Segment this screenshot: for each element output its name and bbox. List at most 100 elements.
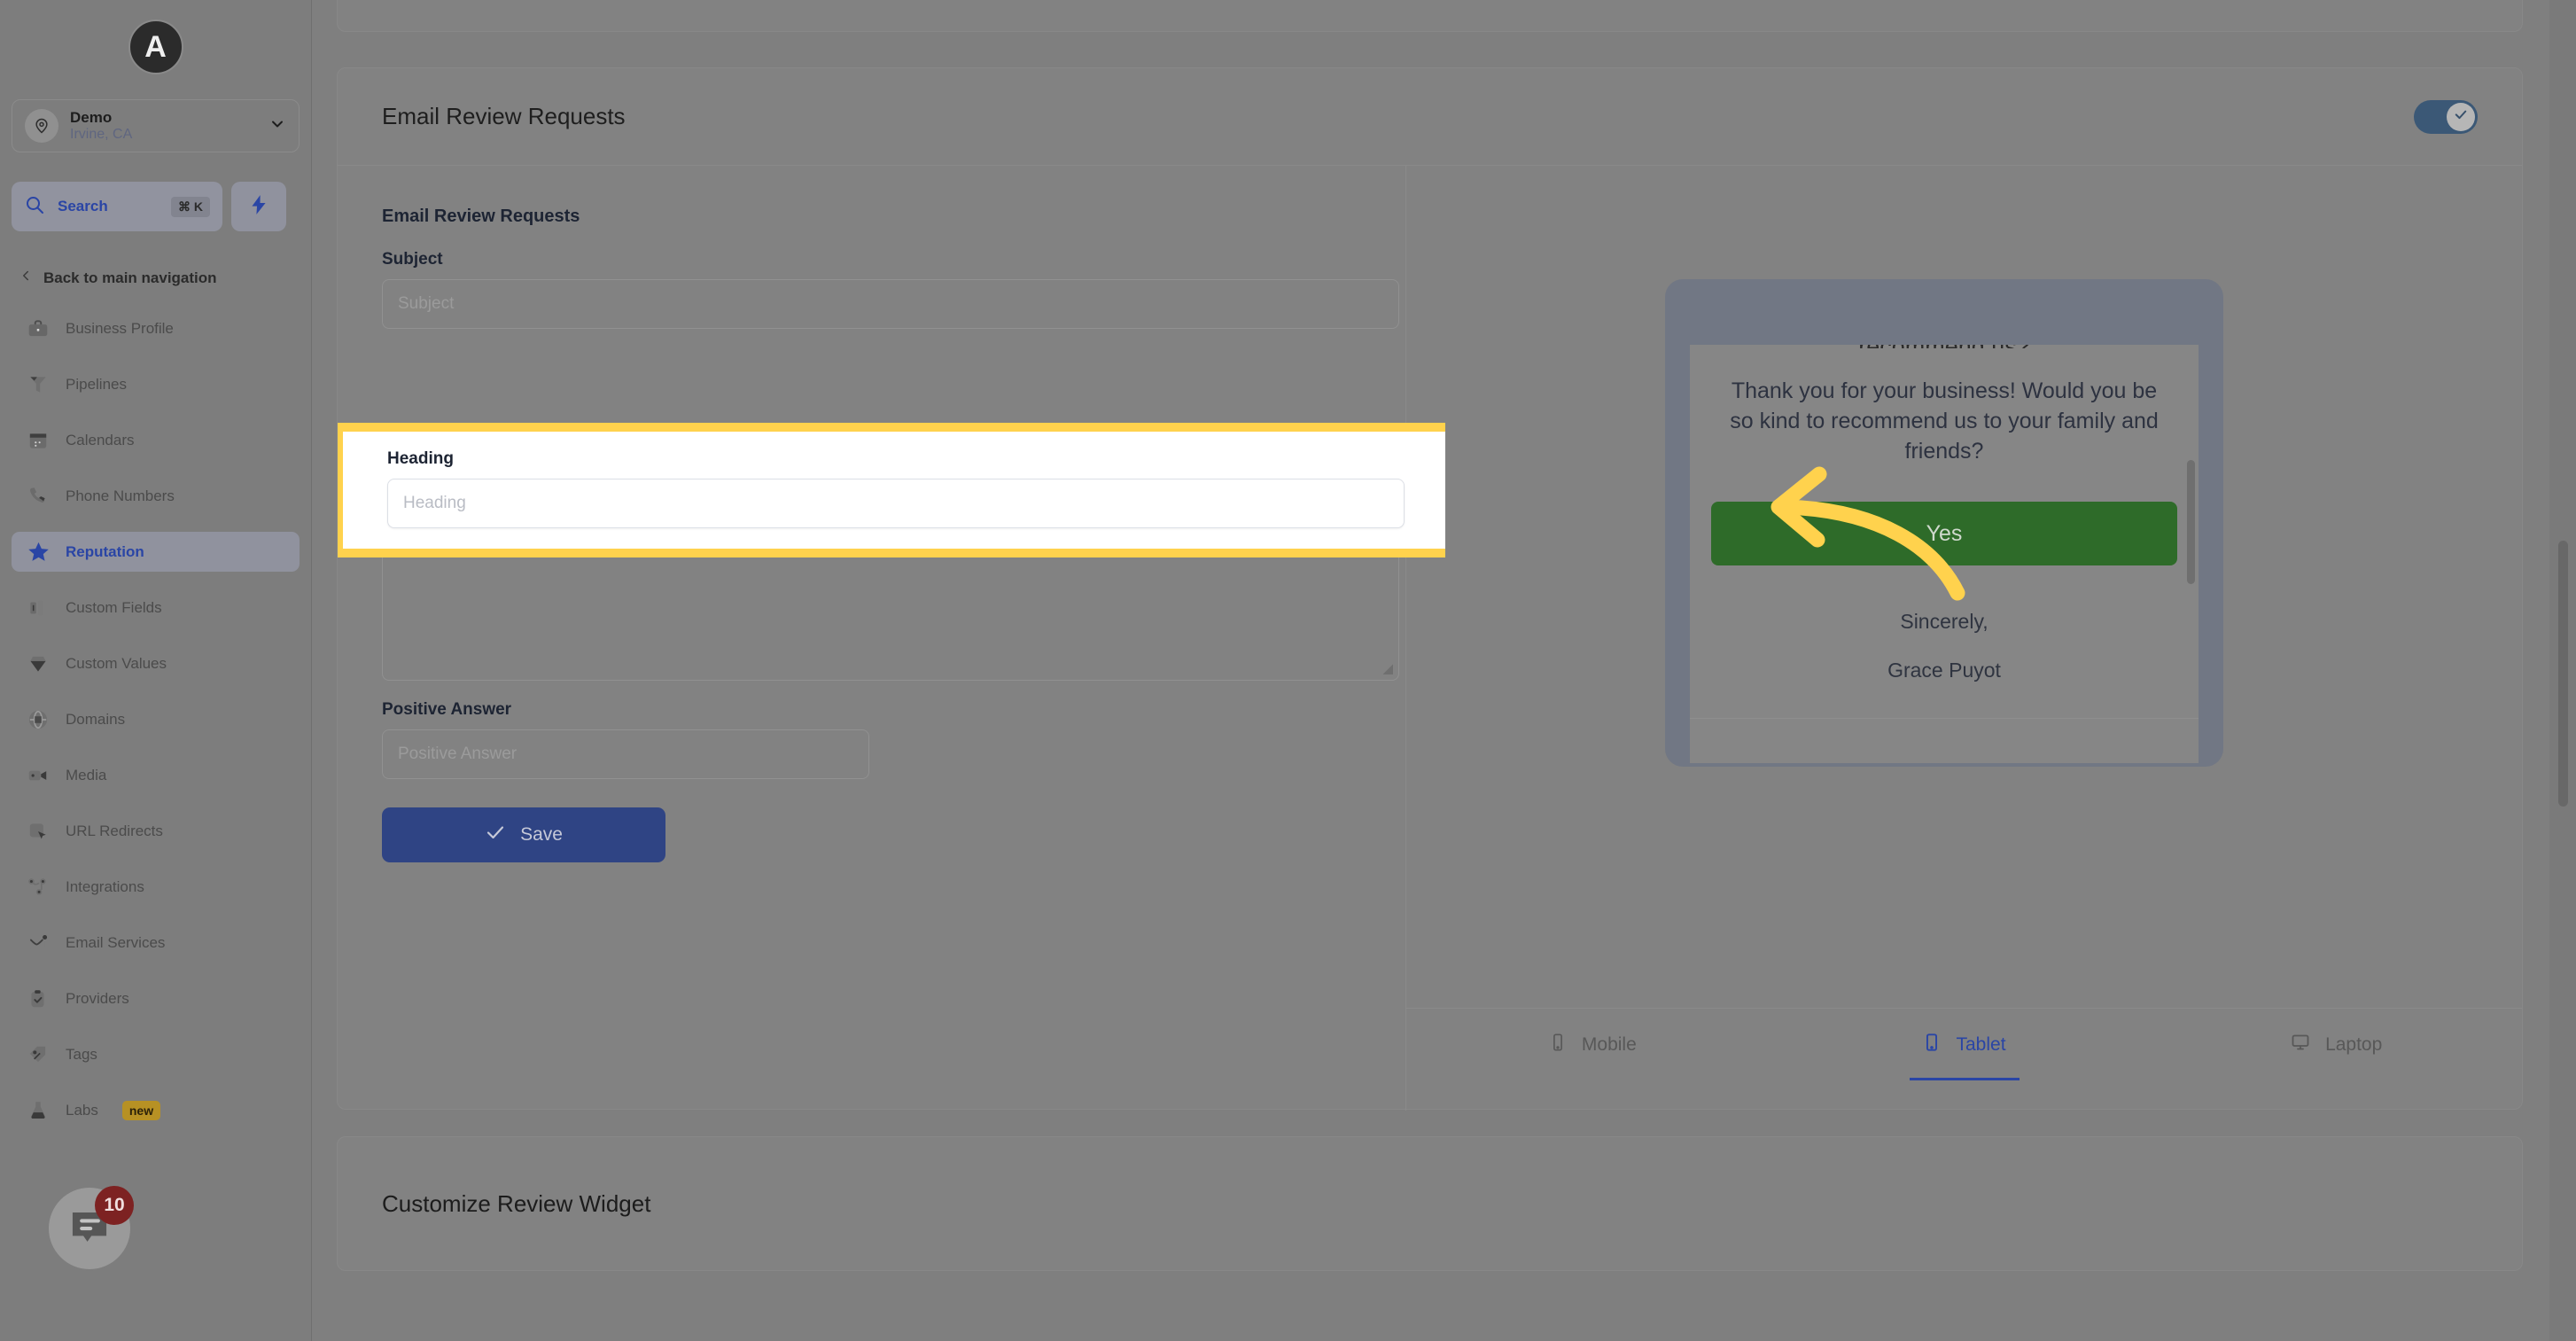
sidebar-item-business-profile[interactable]: Business Profile — [12, 308, 300, 348]
subject-label: Subject — [382, 250, 443, 269]
sidebar-item-label: Phone Numbers — [66, 487, 175, 504]
tab-tablet[interactable]: Tablet — [1778, 1009, 2151, 1080]
sidebar-item-providers[interactable]: Providers — [12, 978, 300, 1018]
sidebar-item-pipelines[interactable]: Pipelines — [12, 364, 300, 404]
envelope-icon — [26, 931, 51, 955]
previous-section-card — [337, 0, 2523, 32]
preview-sign-off: Sincerely, — [1900, 610, 1988, 634]
sidebar-item-label: URL Redirects — [66, 822, 163, 839]
main-content: Email Review Requests Email Review Reque… — [312, 0, 2576, 1341]
customize-review-widget-title: Customize Review Widget — [382, 1190, 651, 1217]
sidebar-item-calendars[interactable]: Calendars — [12, 420, 300, 460]
app-root: A Demo Irvine, CA Search ⌘ K Back to mai… — [0, 0, 2576, 1341]
star-icon — [26, 540, 51, 565]
preview-business-name: Demo — [1690, 756, 2199, 763]
app-logo[interactable]: A — [0, 19, 311, 74]
sidebar-item-labs[interactable]: Labs new — [12, 1090, 300, 1130]
logo-letter: A — [144, 30, 167, 64]
sidebar-item-label: Business Profile — [66, 319, 174, 337]
sidebar-item-label: Calendars — [66, 431, 135, 448]
sidebar: A Demo Irvine, CA Search ⌘ K Back to mai… — [0, 0, 312, 1341]
sidebar-item-tags[interactable]: Tags — [12, 1034, 300, 1074]
sidebar-item-media[interactable]: Media — [12, 755, 300, 795]
curved-left-arrow-icon — [1771, 466, 1965, 601]
sidebar-item-label: Email Services — [66, 933, 166, 951]
chat-unread-count: 10 — [95, 1186, 134, 1225]
chevron-left-icon — [18, 268, 34, 289]
gem-icon — [26, 651, 51, 676]
save-button-label: Save — [520, 824, 563, 845]
sidebar-item-custom-values[interactable]: Custom Values — [12, 643, 300, 683]
search-input[interactable]: Search ⌘ K — [12, 182, 222, 231]
toggle-knob — [2447, 102, 2475, 131]
funnel-icon — [26, 372, 51, 397]
laptop-icon — [2290, 1032, 2311, 1058]
search-icon — [24, 194, 45, 220]
heading-field-group: Heading Heading — [343, 432, 1445, 549]
back-to-main-navigation[interactable]: Back to main navigation — [18, 268, 217, 289]
location-switcher[interactable]: Demo Irvine, CA — [12, 99, 300, 152]
sidebar-item-reputation[interactable]: Reputation — [12, 532, 300, 572]
calendar-icon — [26, 428, 51, 453]
sidebar-item-url-redirects[interactable]: URL Redirects — [12, 811, 300, 851]
location-sublabel: Irvine, CA — [70, 127, 133, 143]
check-icon — [485, 822, 506, 848]
chat-widget-button[interactable]: 10 — [49, 1186, 134, 1269]
enable-email-review-requests-toggle[interactable] — [2414, 99, 2478, 134]
globe-icon — [26, 707, 51, 732]
sidebar-item-label: Tags — [66, 1045, 97, 1063]
sidebar-item-phone-numbers[interactable]: Phone Numbers — [12, 476, 300, 516]
clipboard-check-icon — [26, 986, 51, 1011]
positive-answer-field-group: Positive Answer Positive Answer — [382, 700, 1357, 779]
sidebar-item-label: Pipelines — [66, 375, 127, 393]
customize-review-widget-card[interactable]: Customize Review Widget — [337, 1136, 2523, 1271]
back-label: Back to main navigation — [43, 269, 217, 286]
preview-divider — [1690, 718, 2199, 720]
tab-label: Laptop — [2325, 1033, 2383, 1055]
resize-grip-icon[interactable]: ◢ — [1382, 660, 1393, 676]
save-button[interactable]: Save — [382, 807, 665, 862]
sidebar-item-label: Media — [66, 766, 107, 784]
heading-input[interactable]: Heading — [387, 479, 1405, 528]
nodes-icon — [26, 875, 51, 900]
tab-label: Tablet — [1956, 1033, 2006, 1055]
sidebar-item-label: Custom Values — [66, 654, 167, 672]
sidebar-item-domains[interactable]: Domains — [12, 699, 300, 739]
search-shortcut: ⌘ K — [171, 196, 210, 217]
heading-field-highlight: Heading Heading — [338, 423, 1445, 557]
heading-label: Heading — [387, 449, 454, 468]
flask-icon — [26, 1098, 51, 1123]
sidebar-item-email-services[interactable]: Email Services — [12, 923, 300, 963]
sidebar-item-label: Labs — [66, 1101, 98, 1119]
page-scrollbar-thumb[interactable] — [2558, 541, 2568, 807]
cursor-square-icon — [26, 819, 51, 844]
phone-icon — [26, 484, 51, 509]
status-badge: new — [121, 1100, 161, 1120]
video-camera-icon — [26, 763, 51, 788]
check-icon — [2453, 106, 2469, 127]
sidebar-item-label: Domains — [66, 710, 126, 728]
tab-mobile[interactable]: Mobile — [1406, 1009, 1778, 1080]
chevron-down-icon[interactable] — [268, 115, 286, 137]
positive-answer-input[interactable]: Positive Answer — [382, 729, 869, 779]
device-preview-tabs: Mobile Tablet Laptop — [1406, 1008, 2522, 1080]
sidebar-item-label: Reputation — [66, 542, 144, 560]
map-pin-icon — [25, 109, 58, 143]
columns-icon — [26, 596, 51, 620]
sidebar-nav: Business Profile Pipelines Calendars Pho… — [12, 308, 300, 1146]
search-label: Search — [58, 198, 108, 214]
preview-contact-block: Demo 123 Main Street Irvine, CA (949) 55… — [1690, 756, 2199, 763]
subject-input[interactable]: Subject — [382, 279, 1399, 329]
sidebar-item-custom-fields[interactable]: Custom Fields — [12, 588, 300, 628]
quick-actions-button[interactable] — [231, 182, 286, 231]
preview-scrollbar[interactable] — [2187, 460, 2195, 584]
sidebar-item-label: Providers — [66, 989, 129, 1007]
sidebar-item-integrations[interactable]: Integrations — [12, 867, 300, 907]
email-preview-panel: recommend us? Thank you for your busines… — [1405, 166, 2522, 1111]
sidebar-item-label: Custom Fields — [66, 598, 162, 616]
tab-laptop[interactable]: Laptop — [2150, 1009, 2522, 1080]
logo-circle: A — [128, 19, 183, 74]
briefcase-icon — [26, 316, 51, 341]
tab-label: Mobile — [1581, 1033, 1637, 1055]
subject-field-group: Subject Subject — [382, 250, 1399, 329]
